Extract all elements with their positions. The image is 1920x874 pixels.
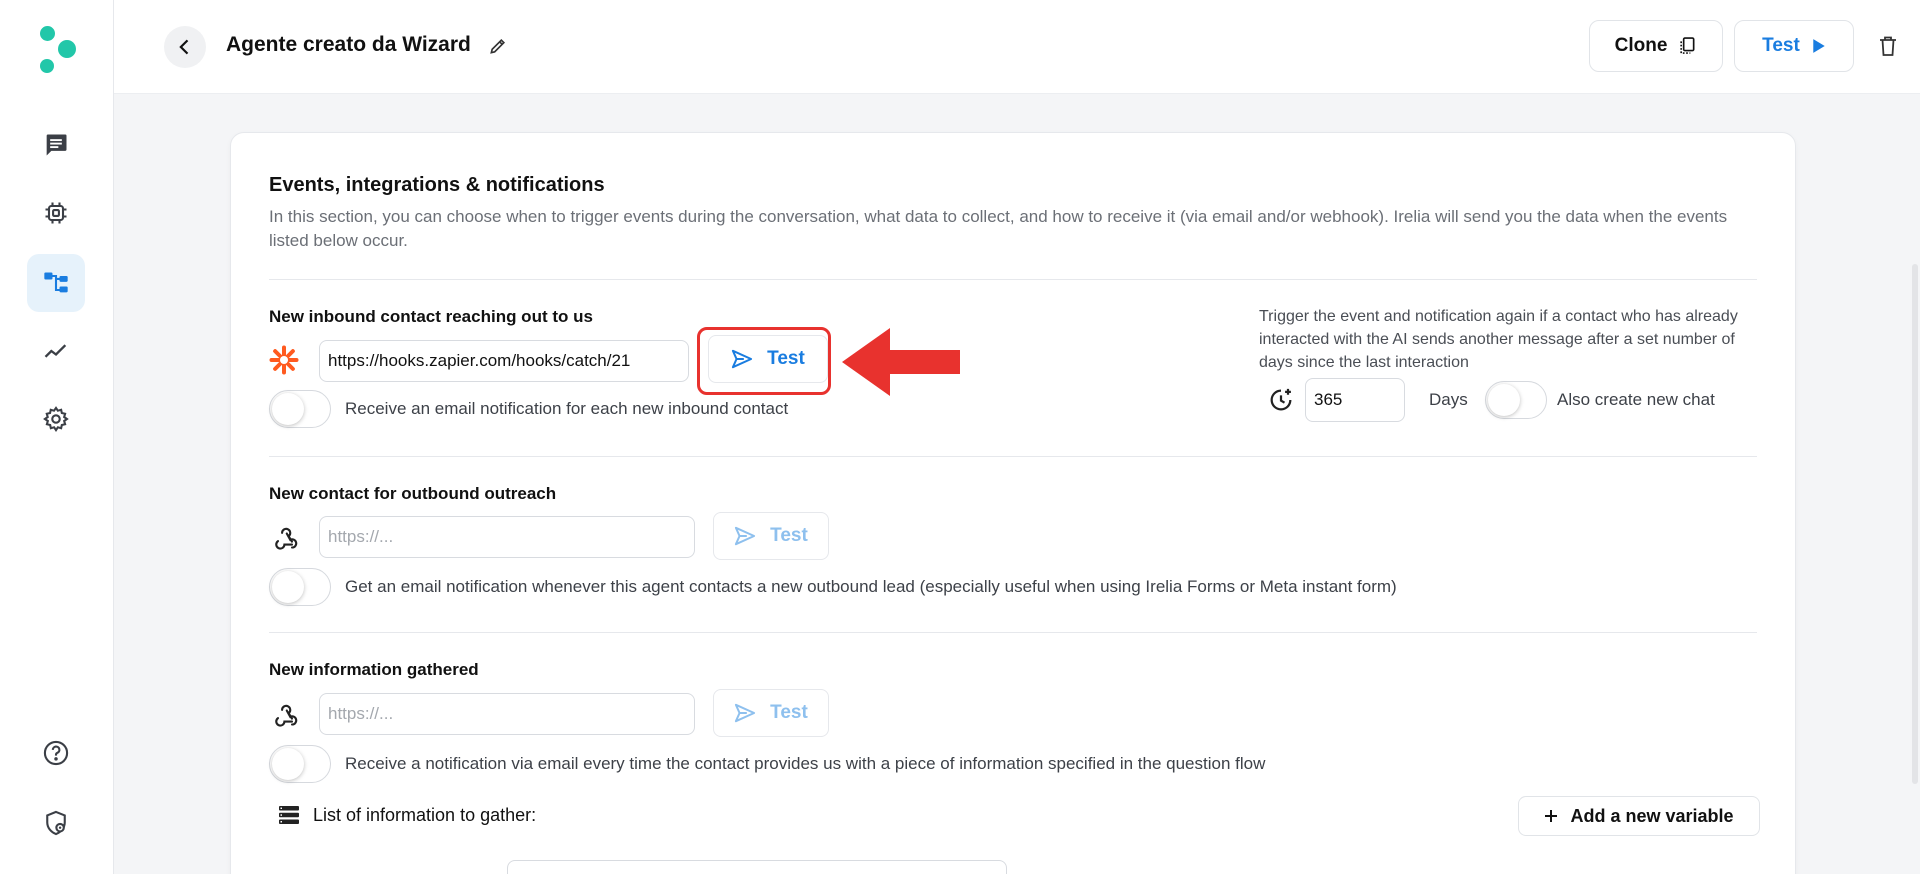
red-arrow-icon — [842, 328, 960, 396]
back-button[interactable] — [164, 26, 206, 68]
list-icon — [279, 806, 299, 824]
copy-icon — [1680, 37, 1695, 54]
new-chat-label: Also create new chat — [1557, 390, 1715, 409]
sidebar-item-analytics[interactable] — [27, 322, 85, 380]
new-chat-toggle[interactable] — [1485, 381, 1547, 419]
section-title: Events, integrations & notifications — [269, 174, 605, 196]
page-title: Agente creato da Wizard — [226, 33, 471, 56]
timer-add-icon — [1270, 388, 1292, 411]
settings-icon — [43, 406, 69, 432]
info-title: New information gathered — [269, 660, 479, 679]
scrollbar-thumb[interactable] — [1912, 264, 1918, 784]
trash-icon[interactable] — [1876, 34, 1900, 58]
webhook-icon — [275, 704, 298, 727]
plus-icon — [1545, 810, 1558, 822]
info-webhook-input[interactable]: https://... — [319, 693, 695, 735]
sidebar — [0, 0, 114, 874]
info-test-label: Test — [770, 702, 808, 723]
outbound-email-toggle[interactable] — [269, 568, 331, 606]
days-input[interactable]: 365 — [1305, 378, 1405, 422]
clone-label: Clone — [1614, 35, 1668, 56]
flow-icon — [44, 272, 68, 293]
sidebar-item-help[interactable] — [27, 724, 85, 782]
send-icon — [735, 703, 756, 723]
days-label: Days — [1429, 390, 1468, 409]
info-list-label: List of information to gather: — [313, 805, 537, 825]
outbound-webhook-input[interactable]: https://... — [319, 516, 695, 558]
inbound-email-toggle[interactable] — [269, 390, 331, 428]
retrigger-description: Trigger the event and notification again… — [1259, 308, 1738, 371]
inbound-title: New inbound contact reaching out to us — [269, 307, 593, 326]
zapier-icon — [269, 345, 299, 375]
variable-input[interactable] — [507, 860, 1007, 874]
toggle-knob — [1488, 384, 1520, 416]
toggle-knob — [272, 393, 304, 425]
add-variable-label: Add a new variable — [1570, 805, 1734, 826]
chip-icon — [45, 202, 67, 224]
sidebar-item-chats[interactable] — [27, 116, 85, 174]
info-email-label: Receive a notification via email every t… — [345, 754, 1266, 773]
top-bar: Agente creato da Wizard Clone Test — [114, 0, 1920, 94]
sidebar-item-privacy[interactable] — [27, 794, 85, 852]
edit-pencil-icon[interactable] — [488, 36, 508, 56]
clone-button[interactable]: Clone — [1589, 20, 1723, 72]
toggle-knob — [272, 748, 304, 780]
send-icon — [735, 526, 756, 546]
app-logo[interactable] — [36, 26, 86, 74]
section-description: In this section, you can choose when to … — [269, 207, 1728, 250]
toggle-knob — [272, 571, 304, 603]
outbound-test-label: Test — [770, 525, 808, 546]
add-variable-button[interactable]: Add a new variable — [1518, 796, 1760, 836]
test-button-highlight — [697, 327, 831, 395]
info-email-toggle[interactable] — [269, 745, 331, 783]
inbound-webhook-input[interactable]: https://hooks.zapier.com/hooks/catch/21 — [319, 340, 689, 382]
webhook-icon — [275, 527, 298, 550]
info-test-button[interactable]: Test — [713, 689, 829, 737]
sidebar-item-ai[interactable] — [27, 184, 85, 242]
test-agent-label: Test — [1762, 35, 1800, 56]
outbound-test-button[interactable]: Test — [713, 512, 829, 560]
divider — [269, 456, 1757, 457]
divider — [269, 632, 1757, 633]
outbound-email-label: Get an email notification whenever this … — [345, 577, 1397, 596]
scrollbar-track[interactable] — [1910, 94, 1920, 874]
test-agent-button[interactable]: Test — [1734, 20, 1854, 72]
inbound-email-label: Receive an email notification for each n… — [345, 399, 789, 418]
chat-icon — [46, 134, 67, 156]
outbound-title: New contact for outbound outreach — [269, 484, 557, 503]
chevron-left-icon — [179, 39, 189, 55]
help-icon — [43, 740, 69, 766]
divider — [269, 279, 1757, 280]
privacy-icon — [46, 810, 66, 836]
play-icon — [1813, 39, 1825, 53]
sidebar-item-flows[interactable] — [27, 254, 85, 312]
analytics-icon — [44, 344, 67, 358]
sidebar-item-settings[interactable] — [27, 390, 85, 448]
events-card: Events, integrations & notifications In … — [230, 132, 1796, 874]
